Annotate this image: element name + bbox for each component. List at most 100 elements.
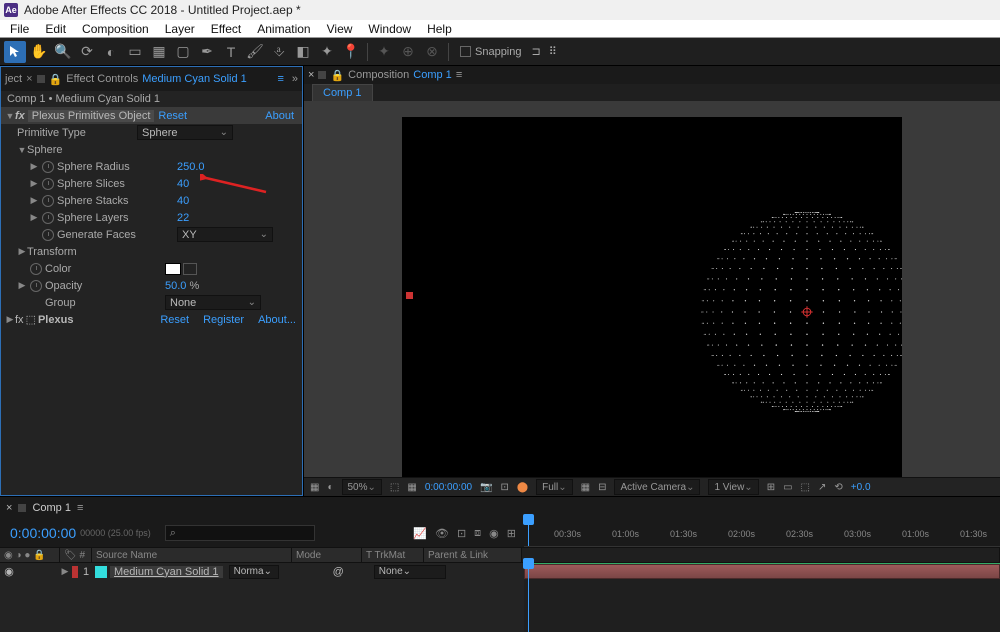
plexus-register-link[interactable]: Register: [203, 314, 244, 326]
twirl-icon[interactable]: ▼: [5, 111, 15, 121]
stopwatch-icon[interactable]: [30, 280, 42, 292]
reset-exposure-icon[interactable]: ⟲: [834, 482, 842, 493]
source-name-header[interactable]: Source Name: [92, 548, 292, 562]
time-ruler[interactable]: 00:30s01:00s01:30s02:00s02:30s03:00s01:0…: [524, 519, 1000, 547]
parent-dropdown[interactable]: None ⌄: [374, 565, 446, 579]
show-snapshot-icon[interactable]: ⊡: [501, 482, 509, 493]
menu-window[interactable]: Window: [360, 22, 419, 36]
current-time-indicator-line[interactable]: [528, 563, 529, 632]
layer-twirl-icon[interactable]: ▶: [60, 566, 70, 577]
menu-edit[interactable]: Edit: [37, 22, 74, 36]
rect-tool-icon[interactable]: ▢: [172, 41, 194, 63]
mode-header[interactable]: Mode: [292, 548, 362, 562]
grid-icon[interactable]: ▦: [310, 482, 319, 493]
menu-composition[interactable]: Composition: [74, 22, 157, 36]
draft3d-icon[interactable]: ⊡: [457, 527, 466, 540]
view-option-icon[interactable]: ⊞: [767, 482, 775, 493]
twirl-icon[interactable]: ▶: [29, 212, 39, 223]
fx-name[interactable]: Plexus Primitives Object: [28, 110, 155, 122]
sphere-stacks-value[interactable]: 40: [177, 195, 189, 207]
fast-preview-icon[interactable]: ▦: [581, 482, 590, 493]
rotate-tool-icon[interactable]: ◐: [100, 41, 122, 63]
about-link[interactable]: About: [265, 110, 294, 122]
timeline-tab[interactable]: Comp 1: [32, 502, 71, 514]
menu-layer[interactable]: Layer: [157, 22, 203, 36]
puppet-tool-icon[interactable]: 📍: [340, 41, 362, 63]
twirl-icon[interactable]: ▶: [29, 161, 39, 172]
pixel-aspect-icon[interactable]: ▭: [783, 482, 792, 493]
menu-help[interactable]: Help: [419, 22, 460, 36]
frameblend-icon[interactable]: ⧈: [474, 527, 481, 540]
brush-tool-icon[interactable]: 🖌: [244, 41, 266, 63]
zoom-tool-icon[interactable]: 🔍: [52, 41, 74, 63]
hand-tool-icon[interactable]: ✋: [28, 41, 50, 63]
plexus-reset-link[interactable]: Reset: [160, 314, 189, 326]
menu-file[interactable]: File: [2, 22, 37, 36]
twirl-icon[interactable]: ▼: [17, 145, 27, 155]
views-dropdown[interactable]: 1 View: [708, 479, 758, 495]
snapping-toggle[interactable]: Snapping ⊐ ⠿: [460, 45, 557, 58]
menu-animation[interactable]: Animation: [249, 22, 318, 36]
timeline-search-input[interactable]: ⌕: [165, 525, 315, 541]
menu-effect[interactable]: Effect: [203, 22, 249, 36]
group-dropdown[interactable]: None: [165, 295, 261, 310]
view-axis-icon[interactable]: ⊗: [421, 41, 443, 63]
primitive-type-dropdown[interactable]: Sphere: [137, 125, 233, 140]
close-tab-icon[interactable]: ×: [26, 73, 32, 85]
comp-name-link[interactable]: Comp 1: [413, 69, 452, 81]
project-tab[interactable]: ject: [5, 73, 22, 85]
twirl-icon[interactable]: ▶: [5, 314, 15, 325]
panel-menu-icon[interactable]: ≡: [456, 69, 462, 81]
fx-name-plexus[interactable]: Plexus: [38, 314, 73, 326]
world-axis-icon[interactable]: ⊕: [397, 41, 419, 63]
lock-icon[interactable]: 🔒: [49, 73, 63, 86]
selection-tool-icon[interactable]: [4, 41, 26, 63]
transparency-icon[interactable]: ▦: [407, 482, 416, 493]
panel-menu-icon[interactable]: ≡: [77, 502, 83, 514]
panel-overflow-icon[interactable]: »: [292, 73, 298, 85]
close-tab-icon[interactable]: ×: [6, 502, 12, 514]
layer-name[interactable]: Medium Cyan Solid 1: [110, 566, 223, 578]
shy-icon[interactable]: 👁: [435, 527, 449, 540]
blend-mode-dropdown[interactable]: Norma ⌄: [229, 565, 279, 579]
lock-icon[interactable]: 🔒: [330, 69, 344, 82]
trkmat-header[interactable]: T TrkMat: [362, 548, 424, 562]
pen-tool-icon[interactable]: ✒: [196, 41, 218, 63]
composition-viewer[interactable]: [304, 101, 1000, 477]
stopwatch-icon[interactable]: [42, 161, 54, 173]
panel-menu-icon[interactable]: ≡: [277, 73, 283, 85]
channel-icon[interactable]: ⬤: [517, 482, 528, 493]
roi-icon[interactable]: ⬚: [390, 482, 399, 493]
roto-tool-icon[interactable]: ✦: [316, 41, 338, 63]
sphere-layers-value[interactable]: 22: [177, 212, 189, 224]
ec-layer-name[interactable]: Medium Cyan Solid 1: [142, 73, 247, 85]
plexus-about-link[interactable]: About...: [258, 314, 296, 326]
clone-tool-icon[interactable]: ⎀: [268, 41, 290, 63]
twirl-icon[interactable]: ▶: [29, 195, 39, 206]
close-tab-icon[interactable]: ×: [308, 69, 314, 81]
comp-tab-active[interactable]: Comp 1: [312, 84, 373, 101]
camera-tool-icon[interactable]: ▭: [124, 41, 146, 63]
camera-dropdown[interactable]: Active Camera: [614, 479, 700, 495]
composition-canvas[interactable]: [402, 117, 902, 477]
motionblur-icon[interactable]: ◉: [489, 527, 499, 540]
parent-pickwhip-icon[interactable]: @: [333, 566, 344, 578]
mask-icon[interactable]: ◐: [327, 482, 333, 493]
resolution-dropdown[interactable]: Full: [536, 479, 573, 495]
brainstorm-icon[interactable]: ⊞: [507, 527, 516, 540]
snapping-magnet-icon[interactable]: ⊐: [532, 45, 541, 58]
current-time-indicator[interactable]: [528, 519, 529, 546]
timeline-icon[interactable]: ⊟: [598, 482, 606, 493]
twirl-icon[interactable]: ▶: [17, 246, 27, 257]
layer-row[interactable]: ◉ ▶ 1 Medium Cyan Solid 1 Norma ⌄ @ None…: [0, 563, 524, 580]
fx-header-plexus-primitives[interactable]: ▼ fx Plexus Primitives Object Reset Abou…: [1, 107, 302, 124]
draft3d-icon[interactable]: ⬚: [801, 482, 810, 493]
orbit-tool-icon[interactable]: ⟳: [76, 41, 98, 63]
effect-controls-tab[interactable]: Effect Controls: [66, 73, 138, 85]
timeline-track-area[interactable]: [524, 563, 1000, 632]
stopwatch-icon[interactable]: [42, 195, 54, 207]
eraser-tool-icon[interactable]: ◧: [292, 41, 314, 63]
sphere-radius-value[interactable]: 250.0: [177, 161, 205, 173]
current-time[interactable]: 0:00:00:00: [425, 482, 472, 493]
menu-view[interactable]: View: [319, 22, 361, 36]
